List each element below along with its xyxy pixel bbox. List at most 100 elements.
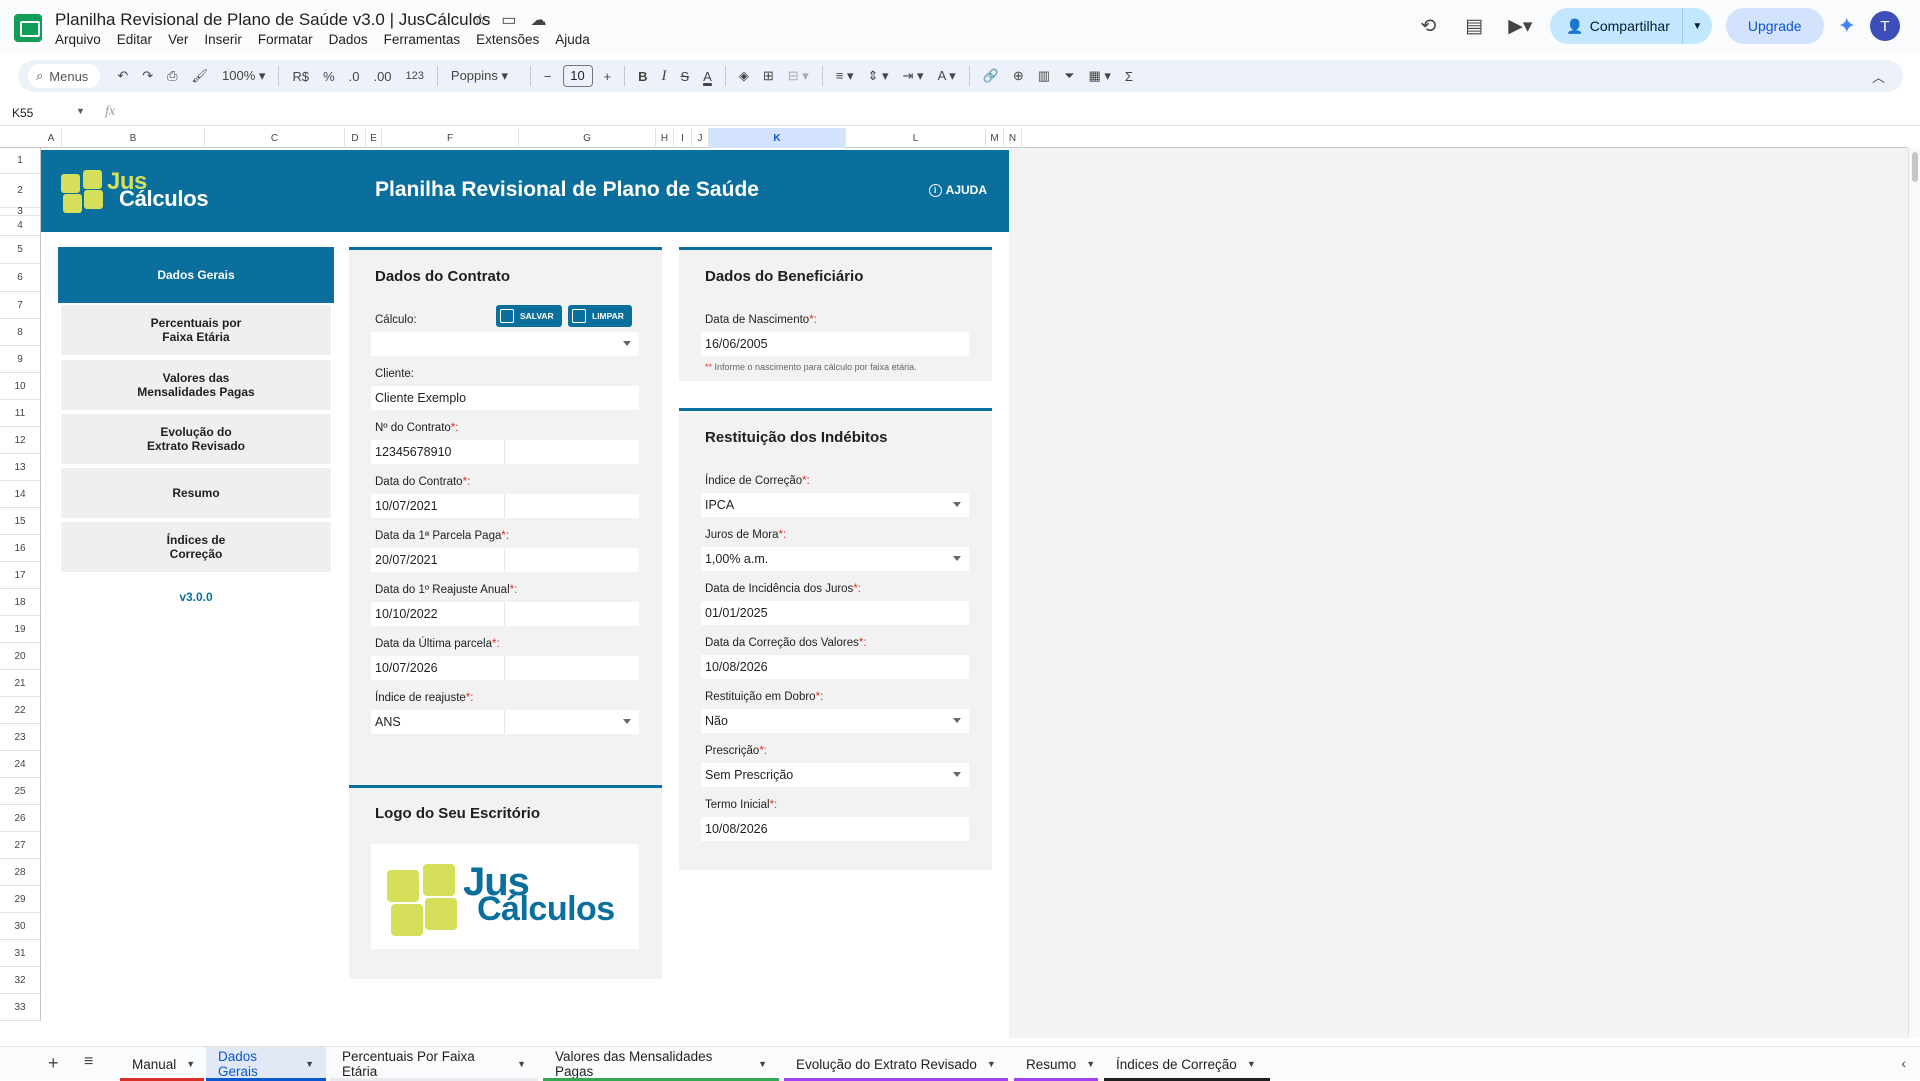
nav-valores-mensalidades[interactable]: Valores das Mensalidades Pagas: [61, 360, 331, 410]
sheet-tab-2[interactable]: Dados Gerais ▼: [206, 1047, 326, 1081]
column-header-l[interactable]: L: [846, 128, 986, 148]
share-button[interactable]: 👤 Compartilhar: [1550, 8, 1682, 44]
column-header-n[interactable]: N: [1004, 128, 1022, 148]
comments-icon[interactable]: ▤: [1458, 10, 1490, 42]
column-header-m[interactable]: M: [986, 128, 1004, 148]
nav-percentuais-faixa-etaria[interactable]: Percentuais por Faixa Etária: [61, 305, 331, 355]
filter-icon[interactable]: ⏷: [1057, 68, 1081, 84]
undo-icon[interactable]: ↶: [110, 68, 135, 84]
insert-chart-icon[interactable]: ▥: [1031, 68, 1057, 84]
bold-button[interactable]: B: [631, 69, 654, 84]
data-contrato-field[interactable]: 10/07/2021: [371, 494, 639, 518]
row-header-32[interactable]: 32: [0, 967, 41, 994]
horizontal-align-icon[interactable]: ≡ ▾: [829, 68, 861, 84]
nav-resumo[interactable]: Resumo: [61, 468, 331, 518]
column-header-b[interactable]: B: [62, 128, 205, 148]
juros-mora-select[interactable]: 1,00% a.m.: [701, 547, 969, 571]
text-color-button[interactable]: A: [696, 69, 719, 84]
filter-views-icon[interactable]: ▦ ▾: [1081, 68, 1117, 84]
vertical-align-icon[interactable]: ⇕ ▾: [861, 68, 896, 84]
menu-arquivo[interactable]: Arquivo: [55, 32, 101, 47]
vertical-scrollbar[interactable]: [1908, 148, 1920, 1038]
column-header-j[interactable]: J: [692, 128, 709, 148]
row-header-12[interactable]: 12: [0, 427, 41, 454]
row-header-11[interactable]: 11: [0, 400, 41, 427]
column-header-e[interactable]: E: [366, 128, 382, 148]
tab-menu-arrow-icon[interactable]: ▼: [758, 1059, 767, 1069]
menu-search[interactable]: ⌕ Menus: [28, 64, 101, 88]
tab-menu-arrow-icon[interactable]: ▼: [1086, 1059, 1095, 1069]
row-header-21[interactable]: 21: [0, 670, 41, 697]
nascimento-field[interactable]: 16/06/2005: [701, 332, 969, 356]
nav-dados-gerais[interactable]: Dados Gerais: [58, 247, 334, 303]
paint-format-icon[interactable]: 🖌: [185, 68, 216, 84]
column-header-k[interactable]: K: [709, 128, 846, 148]
tab-menu-arrow-icon[interactable]: ▼: [186, 1059, 195, 1069]
row-header-8[interactable]: 8: [0, 319, 41, 346]
calculo-select[interactable]: [371, 332, 639, 356]
add-sheet-icon[interactable]: +: [48, 1053, 59, 1074]
sheet-tab-1[interactable]: Manual ▼: [120, 1047, 204, 1081]
sheet-tab-3[interactable]: Percentuais Por Faixa Etária ▼: [330, 1047, 538, 1081]
prescricao-select[interactable]: Sem Prescrição: [701, 763, 969, 787]
font-size-input[interactable]: 10: [562, 65, 593, 87]
tab-menu-arrow-icon[interactable]: ▼: [305, 1059, 314, 1069]
decrease-decimal-button[interactable]: .0: [342, 69, 367, 84]
sheet-nav-left-icon[interactable]: ‹: [1901, 1055, 1906, 1071]
row-header-7[interactable]: 7: [0, 292, 41, 319]
row-header-10[interactable]: 10: [0, 373, 41, 400]
text-rotation-icon[interactable]: A ▾: [931, 68, 963, 84]
menu-ferramentas[interactable]: Ferramentas: [384, 32, 461, 47]
row-header-3[interactable]: 3: [0, 206, 41, 217]
indice-correcao-select[interactable]: IPCA: [701, 493, 969, 517]
row-header-31[interactable]: 31: [0, 940, 41, 967]
font-size-decrease-button[interactable]: −: [537, 69, 559, 84]
name-box-dropdown-icon[interactable]: ▼: [76, 106, 85, 116]
row-header-9[interactable]: 9: [0, 346, 41, 373]
sheets-logo-icon[interactable]: [14, 14, 42, 42]
functions-button[interactable]: Σ: [1118, 69, 1140, 84]
row-header-22[interactable]: 22: [0, 697, 41, 724]
row-header-17[interactable]: 17: [0, 562, 41, 589]
all-sheets-icon[interactable]: ≡: [84, 1053, 93, 1071]
zoom-select[interactable]: 100% ▾: [215, 68, 272, 84]
row-header-16[interactable]: 16: [0, 535, 41, 562]
meet-icon[interactable]: ▶▾: [1504, 10, 1536, 42]
row-header-14[interactable]: 14: [0, 481, 41, 508]
menu-extensoes[interactable]: Extensões: [476, 32, 539, 47]
column-header-c[interactable]: C: [205, 128, 345, 148]
menu-editar[interactable]: Editar: [117, 32, 152, 47]
termo-inicial-field[interactable]: 10/08/2026: [701, 817, 969, 841]
borders-icon[interactable]: ⊞: [756, 68, 781, 84]
tab-menu-arrow-icon[interactable]: ▼: [517, 1059, 526, 1069]
sheet-tab-5[interactable]: Evolução do Extrato Revisado ▼: [784, 1047, 1008, 1081]
correcao-valores-field[interactable]: 10/08/2026: [701, 655, 969, 679]
account-avatar[interactable]: T: [1870, 11, 1900, 41]
star-icon[interactable]: ☆: [473, 10, 487, 30]
document-title[interactable]: Planilha Revisional de Plano de Saúde v3…: [55, 10, 490, 30]
row-header-20[interactable]: 20: [0, 643, 41, 670]
fill-color-icon[interactable]: ◈: [732, 68, 756, 84]
sheet-tab-4[interactable]: Valores das Mensalidades Pagas ▼: [543, 1047, 779, 1081]
font-select[interactable]: Poppins ▾: [444, 68, 524, 84]
nav-indices-correcao[interactable]: Índices de Correção: [61, 522, 331, 572]
currency-format-button[interactable]: R$: [285, 69, 316, 84]
increase-decimal-button[interactable]: .00: [366, 69, 398, 84]
row-header-18[interactable]: 18: [0, 589, 41, 616]
gemini-sparkle-icon[interactable]: ✦: [1838, 13, 1856, 39]
print-icon[interactable]: ⎙: [160, 68, 184, 84]
tab-menu-arrow-icon[interactable]: ▼: [987, 1059, 996, 1069]
ultima-parcela-field[interactable]: 10/07/2026: [371, 656, 639, 680]
row-header-2[interactable]: 2: [0, 174, 41, 208]
help-button[interactable]: i AJUDA: [928, 183, 987, 197]
percent-format-button[interactable]: %: [316, 69, 342, 84]
share-dropdown-button[interactable]: ▼: [1681, 8, 1712, 44]
indice-reajuste-select[interactable]: ANS: [371, 710, 639, 734]
menu-ver[interactable]: Ver: [168, 32, 188, 47]
row-header-24[interactable]: 24: [0, 751, 41, 778]
row-header-19[interactable]: 19: [0, 616, 41, 643]
column-header-d[interactable]: D: [345, 128, 366, 148]
history-icon[interactable]: ⟲: [1412, 10, 1444, 42]
strikethrough-button[interactable]: S: [673, 69, 696, 84]
insert-comment-icon[interactable]: ⊕: [1006, 68, 1031, 84]
